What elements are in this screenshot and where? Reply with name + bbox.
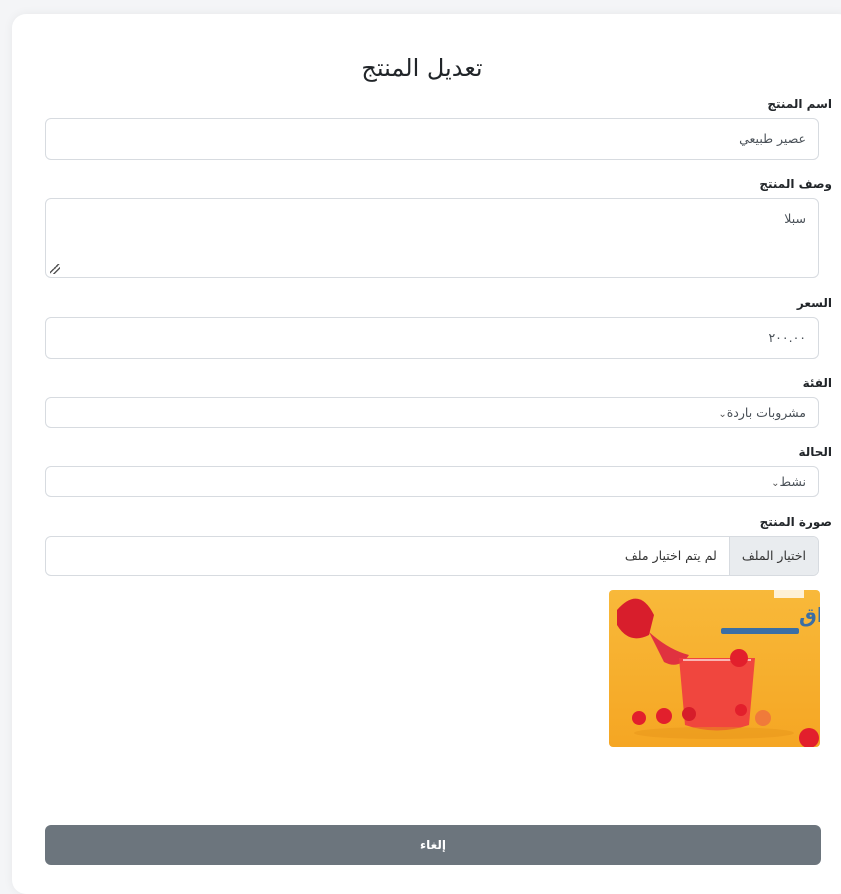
resize-handle-icon[interactable] <box>50 264 60 274</box>
status-label: الحالة <box>798 445 832 459</box>
product-name-input[interactable]: عصير طبيعي <box>45 118 819 160</box>
chevron-down-icon: ⌄ <box>718 409 727 420</box>
edit-product-card: تعديل المنتج اسم المنتج عصير طبيعي وصف ا… <box>12 14 841 894</box>
cancel-button[interactable]: إلغاء <box>45 825 821 865</box>
product-name-value: عصير طبيعي <box>739 131 806 146</box>
price-value: ٢٠٠.٠٠ <box>768 330 806 345</box>
category-label: الفئة <box>802 376 832 390</box>
choose-file-button[interactable]: اختيار الملف <box>728 537 818 575</box>
preview-brand-text: مـذاق <box>799 603 820 627</box>
status-selected-value: نشط <box>779 474 807 489</box>
chevron-down-icon: ⌄ <box>771 478 780 489</box>
file-name-text: لم يتم اختيار ملف <box>624 548 717 563</box>
product-description-label: وصف المنتج <box>759 177 832 191</box>
product-description-textarea[interactable]: سبلا <box>45 198 819 278</box>
product-image-file-input[interactable]: اختيار الملف لم يتم اختيار ملف <box>45 536 819 576</box>
juice-product-image: مـذاق <box>609 590 820 747</box>
product-image-preview: مـذاق <box>609 590 820 747</box>
category-select[interactable]: مشروبات باردة⌄ <box>45 397 819 428</box>
status-select[interactable]: نشط⌄ <box>45 466 819 497</box>
price-label: السعر <box>796 296 832 310</box>
category-selected-value: مشروبات باردة <box>726 405 806 420</box>
page-title: تعديل المنتج <box>361 54 483 82</box>
product-name-label: اسم المنتج <box>767 97 832 111</box>
product-description-value: سبلا <box>784 211 806 226</box>
price-input[interactable]: ٢٠٠.٠٠ <box>45 317 819 359</box>
product-image-label: صورة المنتج <box>759 515 832 529</box>
edit-product-form: تعديل المنتج اسم المنتج عصير طبيعي وصف ا… <box>12 14 841 894</box>
